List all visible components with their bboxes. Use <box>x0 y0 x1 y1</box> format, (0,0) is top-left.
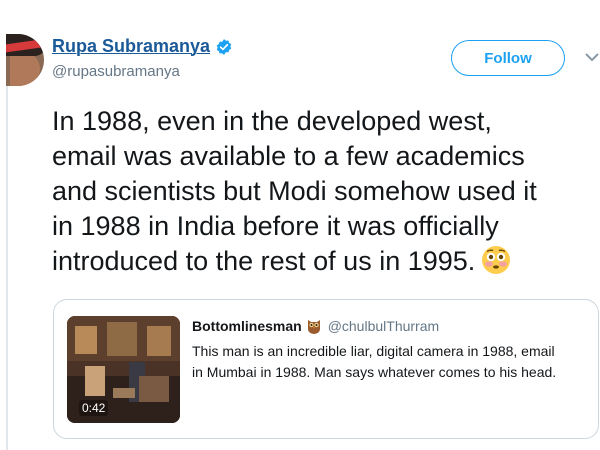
tweet-text: In 1988, even in the developed west, ema… <box>52 104 600 279</box>
tweet-text-line: in 1988 in India before it was officiall… <box>52 211 499 241</box>
tweet-text-line-last: introduced to the rest of us in 1995. <box>52 244 600 279</box>
avatar[interactable] <box>6 34 44 86</box>
tweet-text-line: In 1988, even in the developed west, <box>52 106 492 136</box>
verified-badge-icon <box>215 38 233 56</box>
tweet-text-line: and scientists but Modi somehow used it <box>52 176 537 206</box>
quoted-text-line: in Mumbai in 1988. Man says whatever com… <box>192 364 557 380</box>
tweet-text-line: introduced to the rest of us in 1995. <box>52 246 476 276</box>
video-duration: 0:42 <box>79 400 109 416</box>
avatar-face <box>10 52 40 86</box>
left-edge-divider <box>6 86 8 450</box>
quoted-author-row: Bottomlinesman @chulbulThurram <box>192 318 439 334</box>
author-name[interactable]: Rupa Subramanya <box>52 36 210 57</box>
video-thumbnail[interactable]: 0:42 <box>67 316 180 423</box>
author-row: Rupa Subramanya <box>52 36 233 57</box>
follow-button[interactable]: Follow <box>451 40 565 76</box>
quoted-tweet-card[interactable]: 0:42 Bottomlinesman @chulbulThurram This… <box>53 299 599 439</box>
quoted-author-name[interactable]: Bottomlinesman <box>192 318 302 334</box>
flushed-face-icon <box>481 245 511 275</box>
owl-icon <box>306 318 322 334</box>
author-handle[interactable]: @rupasubramanya <box>52 63 180 80</box>
tweet-text-line: email was available to a few academics <box>52 141 525 171</box>
chevron-down-icon[interactable] <box>584 50 600 62</box>
quoted-author-handle[interactable]: @chulbulThurram <box>328 318 439 334</box>
quoted-text-line: This man is an incredible liar, digital … <box>192 343 555 359</box>
quoted-tweet-text: This man is an incredible liar, digital … <box>192 341 592 383</box>
